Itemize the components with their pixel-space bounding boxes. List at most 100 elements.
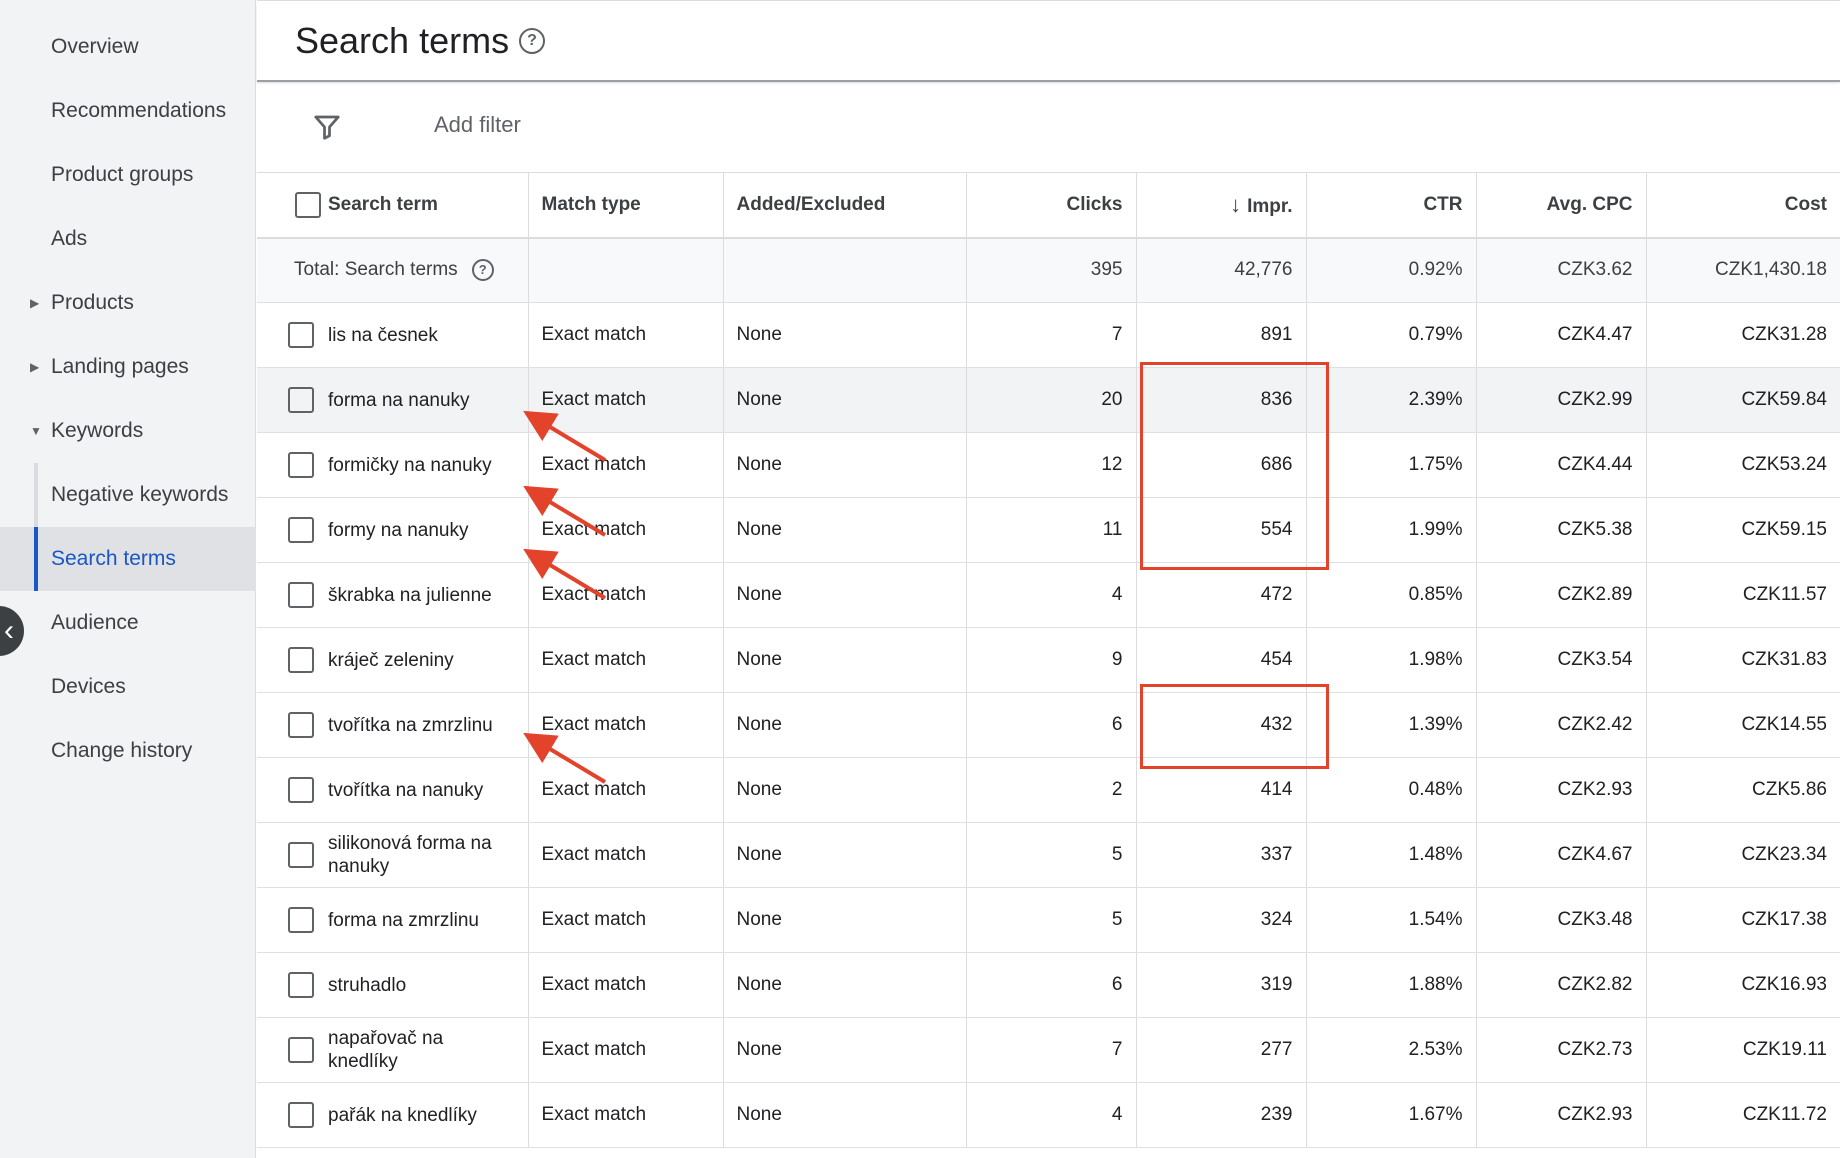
row-checkbox[interactable]	[288, 322, 314, 348]
sidebar-item-label: Negative keywords	[51, 483, 229, 506]
column-header-cost[interactable]: Cost	[1645, 172, 1840, 238]
cost-cell: CZK31.28	[1645, 302, 1840, 368]
table-row[interactable]: škrabka na julienne Exact match None 4 472 0.…	[257, 562, 1840, 628]
row-checkbox[interactable]	[288, 647, 314, 673]
select-all-checkbox[interactable]	[295, 191, 321, 218]
table-row[interactable]: lis na česnek Exact match None 7 891 0.79% CZK…	[257, 302, 1840, 368]
table-row[interactable]: tvořítka na nanuky Exact match None 2 414 0.4…	[257, 757, 1840, 823]
sidebar-item-label: Product groups	[51, 163, 194, 186]
clicks-cell: 20	[965, 367, 1136, 433]
add-filter-button[interactable]: Add filter	[434, 112, 521, 138]
clicks-cell: 5	[965, 887, 1136, 953]
row-checkbox[interactable]	[288, 1037, 314, 1063]
column-header-search-term[interactable]: Search term	[328, 172, 528, 238]
cost-cell: CZK53.24	[1645, 432, 1840, 498]
column-header-added-excluded[interactable]: Added/Excluded	[722, 172, 966, 238]
search-term-cell: tvořítka na nanuky	[328, 757, 528, 823]
row-checkbox[interactable]	[288, 582, 314, 608]
sidebar-item-recommendations[interactable]: Recommendations	[0, 79, 256, 143]
help-icon[interactable]: ?	[519, 28, 545, 54]
column-header-impr[interactable]: ↓ Impr.	[1135, 172, 1306, 238]
page-title: Search terms	[295, 20, 510, 61]
row-checkbox[interactable]	[288, 712, 314, 738]
sidebar-item-ads[interactable]: Ads	[0, 207, 256, 271]
sidebar-item-change-history[interactable]: Change history	[0, 719, 256, 783]
clicks-cell: 12	[965, 432, 1136, 498]
column-header-clicks[interactable]: Clicks	[965, 172, 1136, 238]
help-icon[interactable]: ?	[471, 259, 494, 282]
row-checkbox[interactable]	[288, 907, 314, 933]
column-header-avg-cpc[interactable]: Avg. CPC	[1475, 172, 1646, 238]
row-checkbox-cell	[257, 822, 328, 888]
clicks-cell: 7	[965, 1017, 1136, 1083]
cost-cell: CZK5.86	[1645, 757, 1840, 823]
sidebar: Overview Recommendations Product groups …	[0, 0, 256, 1158]
avg-cpc-cell: CZK2.93	[1475, 1082, 1646, 1148]
sidebar-item-products[interactable]: ▶ Products	[0, 271, 256, 335]
avg-cpc-cell: CZK2.73	[1475, 1017, 1646, 1083]
column-header-ctr[interactable]: CTR	[1305, 172, 1476, 238]
sidebar-item-audience[interactable]: Audience	[0, 591, 256, 655]
sidebar-item-label: Devices	[51, 675, 126, 698]
avg-cpc-cell: CZK2.93	[1475, 757, 1646, 823]
sidebar-item-search-terms[interactable]: Search terms	[0, 527, 256, 591]
sidebar-item-negative-keywords[interactable]: Negative keywords	[0, 463, 256, 527]
search-term-cell: tvořítka na zmrzlinu	[328, 692, 528, 758]
avg-cpc-cell: CZK2.82	[1475, 952, 1646, 1018]
table-row[interactable]: formy na nanuky Exact match None 11 554 1.99%…	[257, 497, 1840, 563]
search-term-cell: struhadlo	[328, 952, 528, 1018]
row-checkbox[interactable]	[288, 517, 314, 543]
avg-cpc-cell: CZK4.47	[1475, 302, 1646, 368]
search-terms-table: Search term Match type Added/Excluded Cl…	[257, 172, 1840, 1148]
total-avg-cpc: CZK3.62	[1475, 237, 1646, 303]
row-checkbox[interactable]	[288, 777, 314, 803]
search-term-cell: formičky na nanuky	[328, 432, 528, 498]
added-excluded-cell: None	[722, 432, 966, 498]
search-term-cell: napařovač na knedlíky	[328, 1017, 528, 1083]
avg-cpc-cell: CZK2.89	[1475, 562, 1646, 628]
sidebar-item-keywords[interactable]: ▼ Keywords	[0, 399, 256, 463]
table-row[interactable]: silikonová forma na nanuky Exact match Non…	[257, 822, 1840, 888]
row-checkbox[interactable]	[288, 1102, 314, 1128]
total-match-cell	[527, 237, 723, 303]
table-row[interactable]: struhadlo Exact match None 6 319 1.88% CZK2.82…	[257, 952, 1840, 1018]
row-checkbox[interactable]	[288, 842, 314, 868]
row-checkbox-cell	[257, 367, 328, 433]
search-term-cell: kráječ zeleniny	[328, 627, 528, 693]
match-type-cell: Exact match	[527, 1017, 723, 1083]
ctr-cell: 0.79%	[1305, 302, 1476, 368]
row-checkbox[interactable]	[288, 452, 314, 478]
sidebar-item-devices[interactable]: Devices	[0, 655, 256, 719]
added-excluded-cell: None	[722, 822, 966, 888]
added-excluded-cell: None	[722, 952, 966, 1018]
impr-cell: 324	[1135, 887, 1306, 953]
column-header-match-type[interactable]: Match type	[527, 172, 723, 238]
ctr-cell: 1.39%	[1305, 692, 1476, 758]
sidebar-item-product-groups[interactable]: Product groups	[0, 143, 256, 207]
match-type-cell: Exact match	[527, 367, 723, 433]
search-term-cell: lis na česnek	[328, 302, 528, 368]
match-type-cell: Exact match	[527, 302, 723, 368]
row-checkbox[interactable]	[288, 972, 314, 998]
added-excluded-cell: None	[722, 1082, 966, 1148]
table-row[interactable]: tvořítka na zmrzlinu Exact match None 6 432 1…	[257, 692, 1840, 758]
impr-cell: 472	[1135, 562, 1306, 628]
table-row[interactable]: pařák na knedlíky Exact match None 4 239 1.67…	[257, 1082, 1840, 1148]
cost-cell: CZK14.55	[1645, 692, 1840, 758]
caret-down-icon: ▼	[30, 424, 42, 438]
clicks-cell: 11	[965, 497, 1136, 563]
table-row[interactable]: kráječ zeleniny Exact match None 9 454 1.98% C…	[257, 627, 1840, 693]
clicks-cell: 5	[965, 822, 1136, 888]
table-row[interactable]: napařovač na knedlíky Exact match None 7 277…	[257, 1017, 1840, 1083]
filter-icon[interactable]	[312, 112, 342, 142]
sidebar-item-landing-pages[interactable]: ▶ Landing pages	[0, 335, 256, 399]
cost-cell: CZK16.93	[1645, 952, 1840, 1018]
avg-cpc-cell: CZK3.54	[1475, 627, 1646, 693]
sidebar-item-overview[interactable]: Overview	[0, 15, 256, 79]
row-checkbox-cell	[257, 887, 328, 953]
avg-cpc-cell: CZK4.67	[1475, 822, 1646, 888]
table-row[interactable]: forma na nanuky Exact match None 20 836 2.39%…	[257, 367, 1840, 433]
table-row[interactable]: formičky na nanuky Exact match None 12 686 1.…	[257, 432, 1840, 498]
row-checkbox[interactable]	[288, 387, 314, 413]
table-row[interactable]: forma na zmrzlinu Exact match None 5 324 1.54…	[257, 887, 1840, 953]
